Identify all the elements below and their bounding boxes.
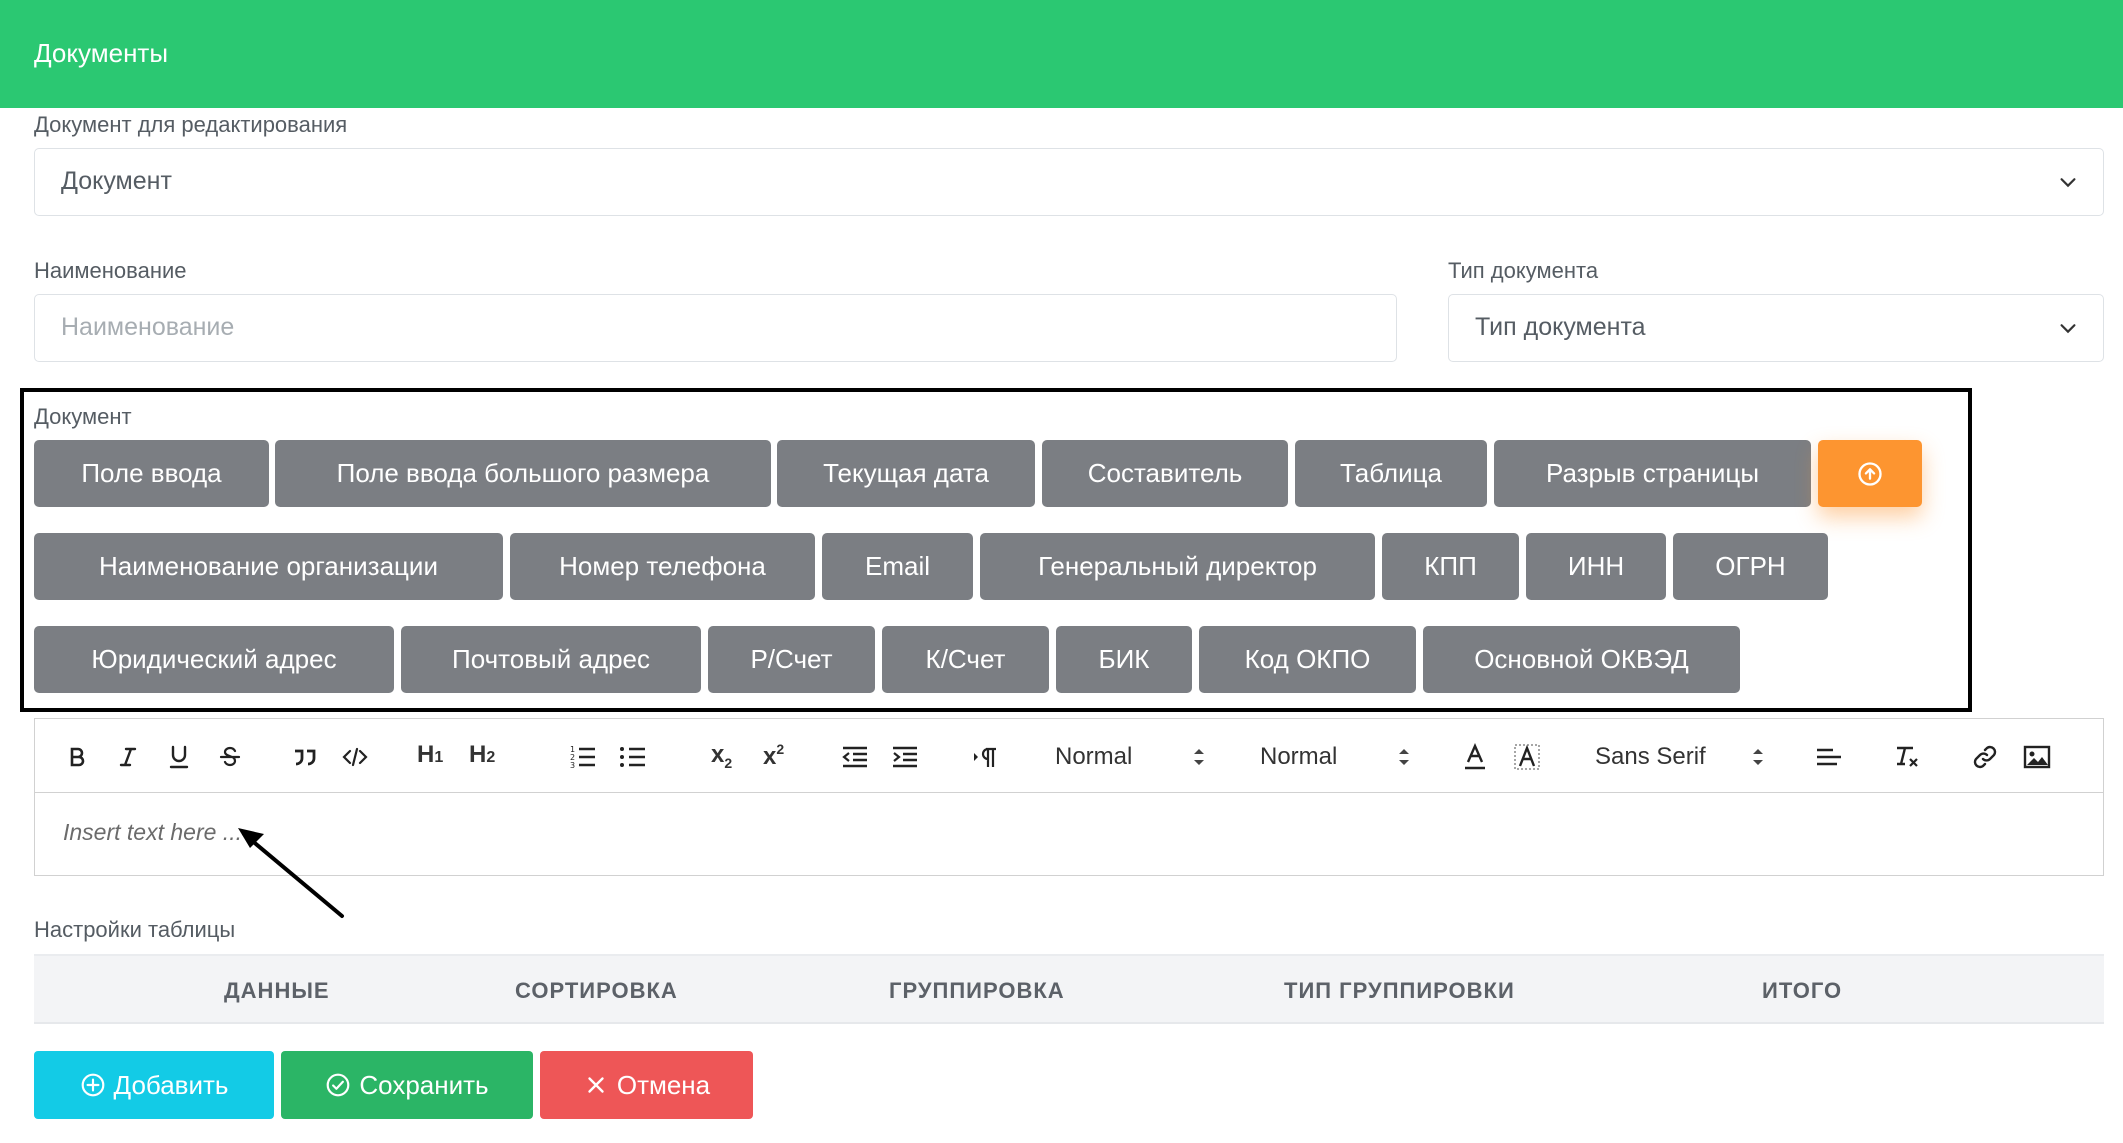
clear-formatting-icon[interactable] bbox=[1891, 741, 1923, 773]
upload-button[interactable] bbox=[1818, 440, 1922, 507]
column-header-grouping: ГРУППИРОВКА bbox=[889, 978, 1065, 1003]
bold-icon[interactable] bbox=[61, 741, 93, 773]
subscript-icon[interactable]: x2 bbox=[711, 741, 732, 771]
document-section-label: Документ bbox=[34, 404, 132, 429]
insert-input-field-button[interactable]: Поле ввода bbox=[34, 440, 269, 507]
name-input-placeholder: Наименование bbox=[61, 313, 235, 341]
link-icon[interactable] bbox=[1969, 741, 2001, 773]
insert-current-date-button[interactable]: Текущая дата bbox=[777, 440, 1035, 507]
cancel-button[interactable]: Отмена bbox=[540, 1051, 753, 1119]
insert-corr-account-button[interactable]: К/Счет bbox=[882, 626, 1049, 693]
insert-large-input-field-button[interactable]: Поле ввода большого размера bbox=[275, 440, 771, 507]
arrow-up-circle-icon bbox=[1858, 461, 1882, 486]
editor-content[interactable]: Insert text here ... bbox=[63, 819, 242, 846]
underline-icon[interactable] bbox=[163, 741, 195, 773]
h1-icon[interactable]: H1 bbox=[417, 741, 443, 769]
picker-arrows-icon bbox=[1194, 749, 1204, 765]
annotation-arrow-icon bbox=[238, 828, 344, 918]
chevron-down-icon bbox=[2060, 178, 2076, 188]
insert-kpp-button[interactable]: КПП bbox=[1382, 533, 1519, 600]
h2-icon[interactable]: H2 bbox=[469, 741, 495, 769]
cancel-button-label: Отмена bbox=[616, 1069, 711, 1100]
name-label: Наименование bbox=[34, 258, 187, 283]
size-picker[interactable]: Normal bbox=[1260, 743, 1337, 771]
insert-email-button[interactable]: Email bbox=[822, 533, 973, 600]
editor-toolbar: H1 H2 123 x2 x2 Normal Normal Sans Serif bbox=[35, 719, 2103, 793]
column-header-grouping-type: ТИП ГРУППИРОВКИ bbox=[1284, 978, 1515, 1003]
insert-table-button[interactable]: Таблица bbox=[1295, 440, 1487, 507]
picker-arrows-icon bbox=[1399, 749, 1409, 765]
insert-ceo-button[interactable]: Генеральный директор bbox=[980, 533, 1375, 600]
table-settings-header: ДАННЫЕ СОРТИРОВКА ГРУППИРОВКА ТИП ГРУППИ… bbox=[34, 954, 2104, 1024]
font-picker[interactable]: Sans Serif bbox=[1595, 743, 1706, 771]
type-select-label: Тип документа bbox=[1448, 258, 1599, 283]
indent-icon[interactable] bbox=[889, 741, 921, 773]
insert-author-button[interactable]: Составитель bbox=[1042, 440, 1288, 507]
picker-arrows-icon bbox=[1753, 749, 1763, 765]
background-color-icon[interactable] bbox=[1511, 741, 1543, 773]
save-button[interactable]: Сохранить bbox=[281, 1051, 533, 1119]
outdent-icon[interactable] bbox=[839, 741, 871, 773]
chevron-down-icon bbox=[2060, 324, 2076, 334]
italic-icon[interactable] bbox=[112, 741, 144, 773]
save-button-label: Сохранить bbox=[359, 1069, 489, 1100]
svg-text:3: 3 bbox=[570, 761, 575, 770]
doc-select-label: Документ для редактирования bbox=[34, 112, 348, 137]
type-select[interactable]: Тип документа bbox=[1448, 294, 2104, 362]
insert-page-break-button[interactable]: Разрыв страницы bbox=[1494, 440, 1811, 507]
insert-okpo-button[interactable]: Код ОКПО bbox=[1199, 626, 1416, 693]
insert-phone-button[interactable]: Номер телефона bbox=[510, 533, 815, 600]
doc-select[interactable]: Документ bbox=[34, 148, 2104, 216]
bullet-list-icon[interactable] bbox=[617, 741, 649, 773]
column-header-data: ДАННЫЕ bbox=[224, 978, 330, 1003]
text-color-icon[interactable] bbox=[1459, 741, 1491, 773]
plus-circle-icon bbox=[81, 1073, 104, 1097]
blockquote-icon[interactable] bbox=[289, 741, 321, 773]
insert-org-name-button[interactable]: Наименование организации bbox=[34, 533, 503, 600]
text-direction-icon[interactable] bbox=[969, 741, 1001, 773]
type-select-value: Тип документа bbox=[1475, 313, 1646, 341]
column-header-total: ИТОГО bbox=[1762, 978, 1843, 1003]
insert-postal-address-button[interactable]: Почтовый адрес bbox=[401, 626, 701, 693]
insert-ogrn-button[interactable]: ОГРН bbox=[1673, 533, 1828, 600]
image-icon[interactable] bbox=[2021, 741, 2053, 773]
name-input[interactable]: Наименование bbox=[34, 294, 1397, 362]
ordered-list-icon[interactable]: 123 bbox=[567, 741, 599, 773]
column-header-sort: СОРТИРОВКА bbox=[515, 978, 678, 1003]
insert-legal-address-button[interactable]: Юридический адрес bbox=[34, 626, 394, 693]
page-title: Документы bbox=[34, 38, 169, 68]
insert-account-button[interactable]: Р/Счет bbox=[708, 626, 875, 693]
add-button-label: Добавить bbox=[113, 1069, 229, 1100]
close-icon bbox=[588, 1077, 604, 1093]
insert-okved-button[interactable]: Основной ОКВЭД bbox=[1423, 626, 1740, 693]
header-picker[interactable]: Normal bbox=[1055, 743, 1132, 771]
add-button[interactable]: Добавить bbox=[34, 1051, 274, 1119]
code-block-icon[interactable] bbox=[339, 741, 371, 773]
doc-select-value: Документ bbox=[61, 167, 172, 195]
align-icon[interactable] bbox=[1813, 741, 1845, 773]
top-bar: Документы bbox=[0, 0, 2123, 108]
superscript-icon[interactable]: x2 bbox=[763, 741, 784, 771]
insert-inn-button[interactable]: ИНН bbox=[1526, 533, 1666, 600]
table-settings-label: Настройки таблицы bbox=[34, 917, 236, 942]
insert-bik-button[interactable]: БИК bbox=[1056, 626, 1192, 693]
check-circle-icon bbox=[327, 1073, 350, 1097]
strikethrough-icon[interactable] bbox=[214, 741, 246, 773]
